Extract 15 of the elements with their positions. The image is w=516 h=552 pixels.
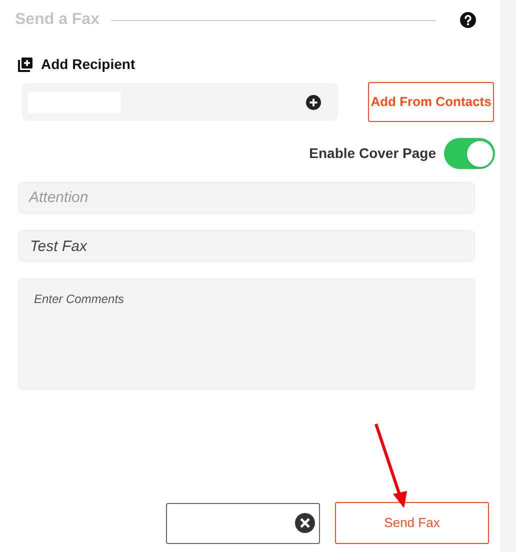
attention-field[interactable]: Attention	[18, 182, 475, 214]
cover-page-label: Enable Cover Page	[309, 144, 436, 163]
subject-field[interactable]: Test Fax	[18, 230, 475, 262]
send-fax-button[interactable]: Send Fax	[335, 502, 489, 544]
cover-page-toggle[interactable]	[444, 138, 495, 169]
clear-icon[interactable]	[295, 513, 315, 533]
text-field[interactable]	[166, 502, 320, 544]
add-recipient-label: Add Recipient	[41, 54, 136, 74]
add-from-contacts-button[interactable]: Add From Contacts	[368, 82, 494, 122]
comments-field[interactable]: Enter Comments	[18, 278, 475, 390]
section-title: Send a Fax	[15, 10, 100, 30]
add-stack-icon	[18, 56, 33, 72]
recipient-field[interactable]	[22, 83, 338, 121]
help-icon[interactable]	[460, 12, 476, 28]
plus-circle-icon[interactable]	[306, 94, 321, 110]
